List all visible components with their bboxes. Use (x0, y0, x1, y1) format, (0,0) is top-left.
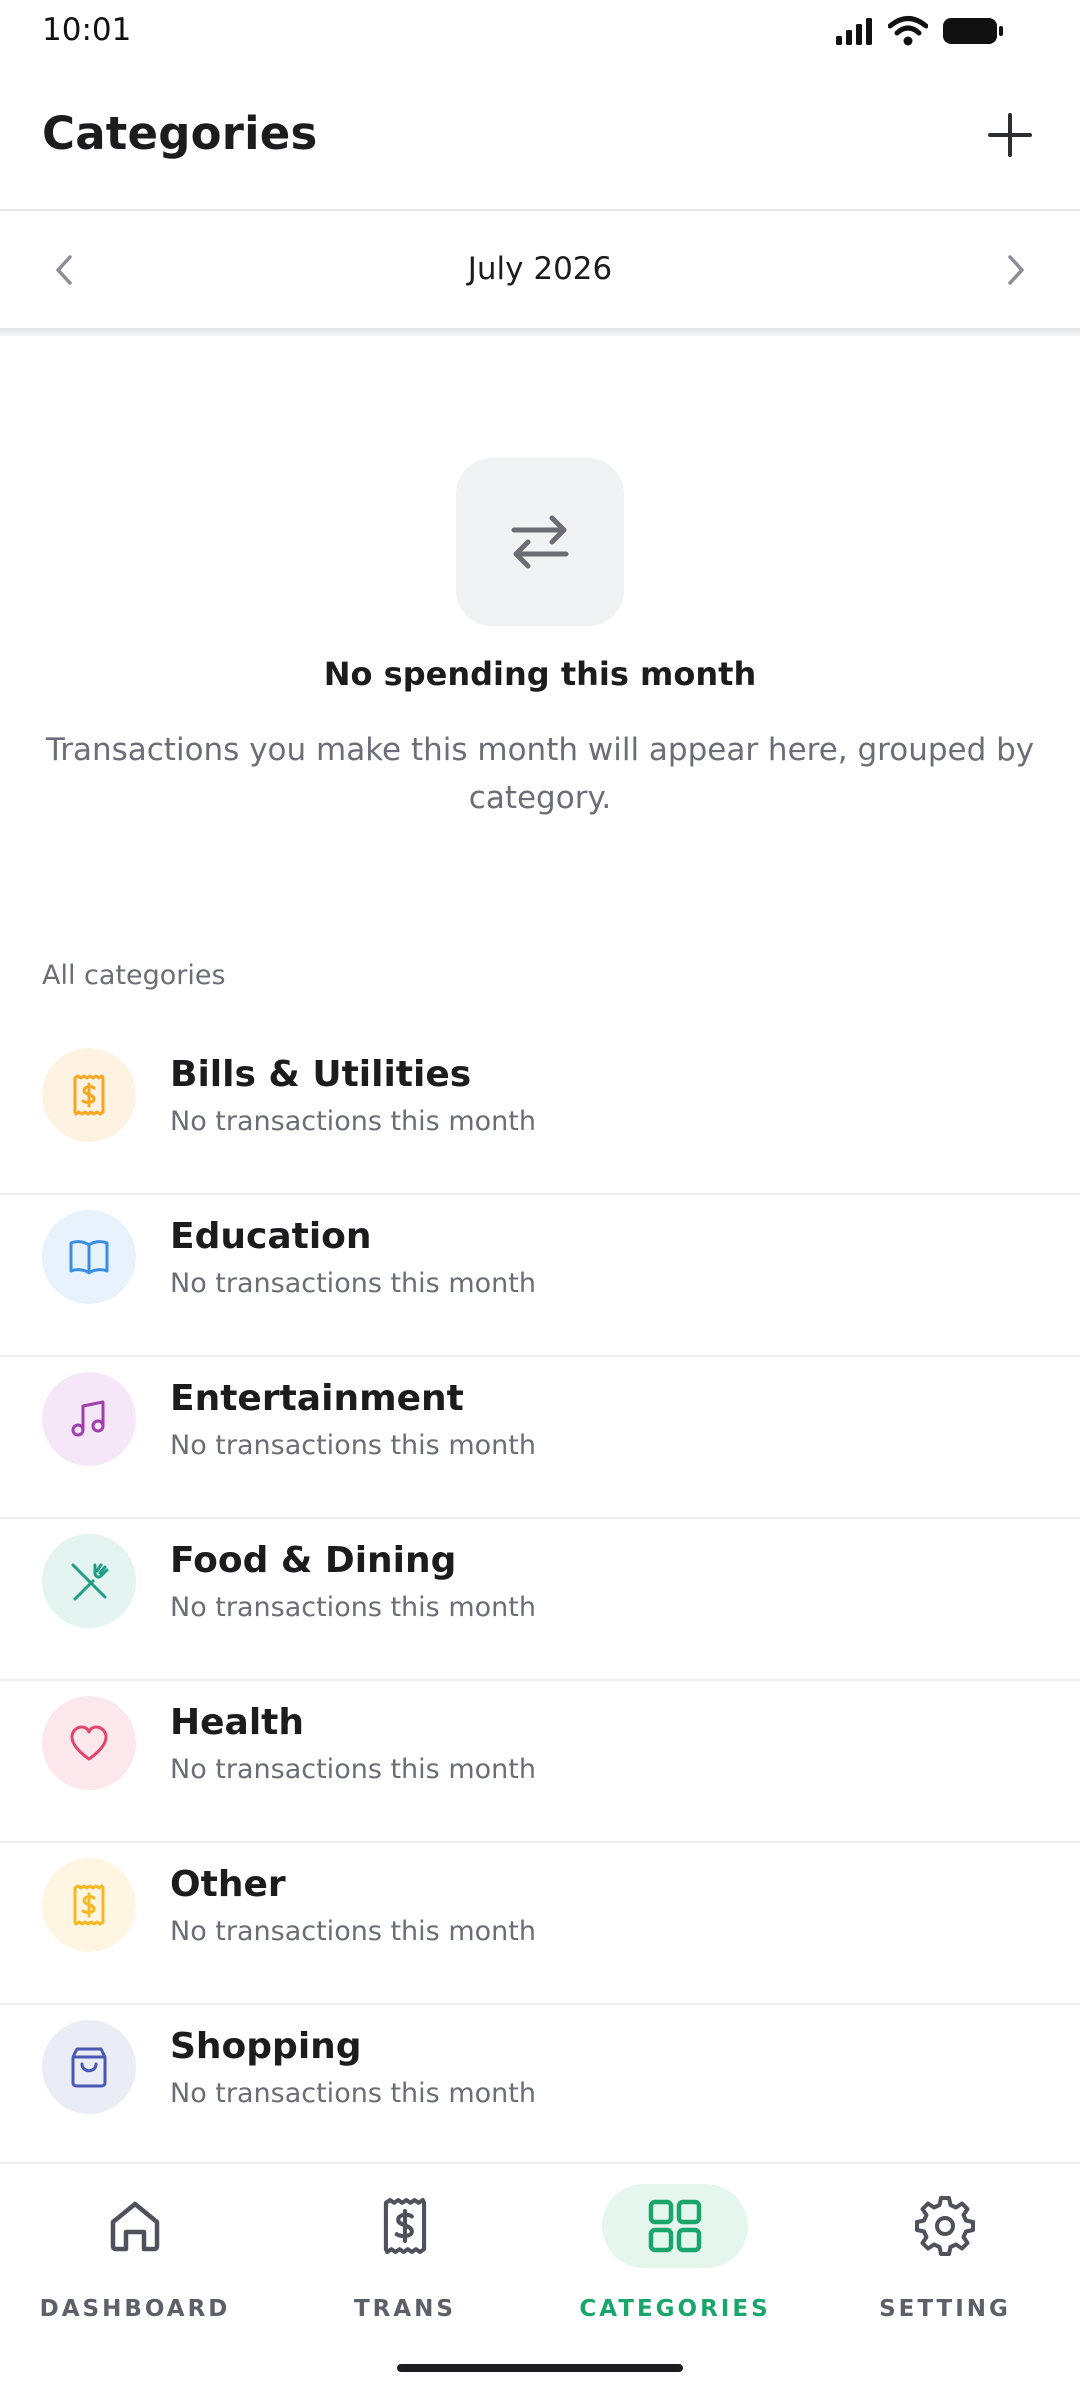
category-subtitle: No transactions this month (170, 1106, 536, 1137)
category-subtitle: No transactions this month (170, 2078, 536, 2109)
add-category-button[interactable] (982, 107, 1038, 163)
utensils-icon (71, 1563, 109, 1601)
status-icons (834, 15, 1004, 51)
nav-icon-wrap (332, 2184, 478, 2268)
category-name: Entertainment (170, 1378, 464, 1419)
month-bar-shadow (0, 328, 1080, 336)
nav-label: CATEGORIES (579, 2296, 771, 2322)
receipt-icon (73, 1074, 105, 1116)
next-month-button[interactable] (996, 247, 1036, 293)
plus-icon (988, 113, 1032, 157)
nav-icon-wrap (602, 2184, 748, 2268)
nav-label: SETTING (879, 2296, 1011, 2322)
receipt-icon (383, 2198, 427, 2254)
status-time: 10:01 (42, 12, 132, 48)
chevron-right-icon (1008, 255, 1024, 285)
home-indicator (397, 2364, 683, 2372)
category-list: Bills & Utilities No transactions this m… (0, 1033, 1080, 2167)
category-row-shopping[interactable]: Shopping No transactions this month (0, 2005, 1080, 2167)
gear-icon (915, 2196, 975, 2256)
category-icon-circle (42, 1696, 136, 1790)
heart-icon (70, 1725, 108, 1761)
category-name: Other (170, 1864, 286, 1905)
nav-item-categories[interactable]: CATEGORIES (552, 2184, 772, 2344)
status-bar: 10:01 (0, 0, 1080, 62)
home-icon (110, 2201, 160, 2252)
battery-icon (942, 16, 1004, 50)
category-row-other[interactable]: Other No transactions this month (0, 1843, 1080, 2005)
empty-state-icon-box (456, 458, 624, 626)
nav-icon-wrap (872, 2184, 1018, 2268)
category-subtitle: No transactions this month (170, 1754, 536, 1785)
empty-state-description: Transactions you make this month will ap… (45, 732, 1035, 816)
category-icon-circle (42, 1534, 136, 1628)
category-icon-circle (42, 1372, 136, 1466)
month-label: July 2026 (467, 251, 613, 287)
book-icon (69, 1240, 109, 1275)
category-name: Bills & Utilities (170, 1054, 472, 1095)
nav-item-setting[interactable]: SETTING (822, 2184, 1042, 2344)
swap-arrows-icon (511, 515, 569, 569)
nav-item-dashboard[interactable]: DASHBOARD (12, 2184, 232, 2344)
signal-icon (834, 16, 874, 50)
category-row-entertainment[interactable]: Entertainment No transactions this month (0, 1357, 1080, 1519)
category-subtitle: No transactions this month (170, 1268, 536, 1299)
section-label-all-categories: All categories (42, 960, 226, 991)
nav-item-trans[interactable]: TRANS (282, 2184, 502, 2344)
receipt-icon (73, 1884, 105, 1926)
category-subtitle: No transactions this month (170, 1592, 536, 1623)
category-name: Education (170, 1216, 372, 1257)
nav-icon-wrap (62, 2184, 208, 2268)
page-title: Categories (42, 107, 318, 160)
category-icon-circle (42, 1048, 136, 1142)
category-name: Food & Dining (170, 1540, 457, 1581)
category-icon-circle (42, 1858, 136, 1952)
category-name: Health (170, 1702, 305, 1743)
wifi-icon (887, 15, 929, 51)
category-name: Shopping (170, 2026, 362, 2067)
category-subtitle: No transactions this month (170, 1430, 536, 1461)
category-icon-circle (42, 2020, 136, 2114)
music-note-icon (71, 1400, 105, 1437)
category-row-bills-utilities[interactable]: Bills & Utilities No transactions this m… (0, 1033, 1080, 1195)
shopping-bag-icon (71, 2047, 107, 2088)
empty-state-title: No spending this month (323, 655, 757, 693)
category-row-health[interactable]: Health No transactions this month (0, 1681, 1080, 1843)
category-row-food-dining[interactable]: Food & Dining No transactions this month (0, 1519, 1080, 1681)
nav-label: TRANS (353, 2296, 456, 2322)
category-subtitle: No transactions this month (170, 1916, 536, 1947)
month-selector: July 2026 (0, 211, 1080, 329)
category-row-education[interactable]: Education No transactions this month (0, 1195, 1080, 1357)
app-header: Categories (0, 95, 1080, 175)
category-icon-circle (42, 1210, 136, 1304)
nav-label: DASHBOARD (39, 2296, 231, 2322)
grid-icon (648, 2199, 702, 2253)
